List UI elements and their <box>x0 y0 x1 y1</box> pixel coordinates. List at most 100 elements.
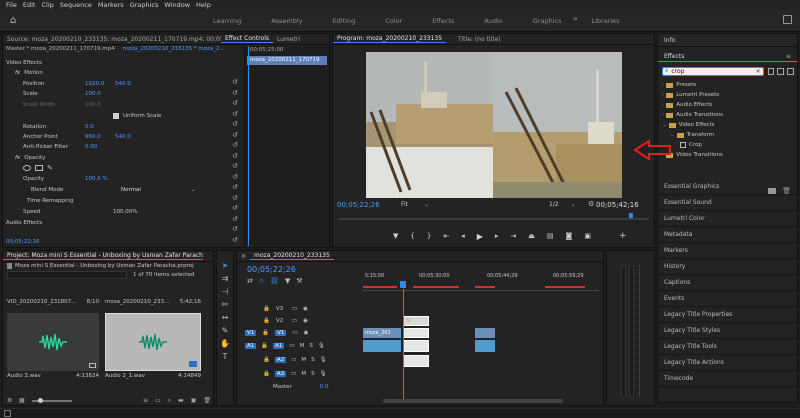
solo-button[interactable]: S <box>311 357 315 363</box>
mute-button[interactable]: M <box>300 343 305 349</box>
antiflicker-value[interactable]: 0.00 <box>85 144 97 150</box>
panel-essential-graphics[interactable]: Essential Graphics <box>658 179 797 195</box>
panel-legacy-title-styles[interactable]: Legacy Title Styles <box>658 323 797 339</box>
linked-selection-icon[interactable]: ⛓ <box>270 277 279 285</box>
tab-lumetri[interactable]: Lumetri <box>273 36 304 43</box>
list-view-icon[interactable]: ≣ <box>7 397 12 404</box>
sync-icon[interactable]: ▭ <box>291 371 296 377</box>
workspace-editing[interactable]: Editing <box>333 17 356 25</box>
video-clip[interactable] <box>475 328 495 338</box>
reset-icon[interactable]: ↺ <box>232 130 242 141</box>
icon-view-icon[interactable]: ▦ <box>19 397 25 404</box>
video-clip[interactable]: moza_202 <box>363 328 401 338</box>
extract-icon[interactable]: ▤ <box>547 232 554 240</box>
workspace-libraries[interactable]: Libraries <box>591 17 619 25</box>
panel-essential-sound[interactable]: Essential Sound <box>658 195 797 211</box>
info-panel-header[interactable]: Info <box>658 34 797 47</box>
sync-icon[interactable]: ▭ <box>292 330 297 336</box>
go-to-in-icon[interactable]: ⇤ <box>443 232 449 240</box>
tree-item-transform[interactable]: ⌄ Transform <box>660 130 794 140</box>
anchor-y-value[interactable]: 540.0 <box>115 134 131 140</box>
sort-icon[interactable]: ≡ <box>143 397 148 404</box>
tab-title[interactable]: Title: (no title) <box>454 36 505 43</box>
tab-program[interactable]: Program: moza_20200210_233135 <box>333 35 447 43</box>
panel-markers[interactable]: Markers <box>658 243 797 259</box>
panel-timecode[interactable]: Timecode <box>658 371 797 387</box>
timeline-timecode[interactable]: 00;05;22;26 <box>247 265 296 274</box>
opacity-value[interactable]: 100.0 % <box>85 176 108 182</box>
reset-icon[interactable]: ↺ <box>232 203 242 214</box>
menu-file[interactable]: File <box>6 1 17 9</box>
accelerated-effects-icon[interactable] <box>767 67 775 75</box>
timeline-scrollbar[interactable] <box>363 399 599 403</box>
solo-button[interactable]: S <box>311 371 315 377</box>
reset-icon[interactable]: ↺ <box>232 109 242 120</box>
snap-icon[interactable]: ∩ <box>259 277 264 285</box>
timeline-ruler[interactable]: 5;15;00 00;05;30;00 00;05;44;29 00;05;59… <box>363 273 599 291</box>
blend-select[interactable]: Normal <box>121 187 191 193</box>
tab-sequence[interactable]: moza_20200210_233135 <box>250 252 334 260</box>
close-icon[interactable]: ✕ <box>237 253 250 260</box>
panel-menu-icon[interactable]: ≡ <box>786 53 791 60</box>
reset-icon[interactable]: ↺ <box>232 119 242 130</box>
reset-icon[interactable]: ↺ <box>232 151 242 162</box>
track-select-tool-icon[interactable]: ⇉ <box>222 274 229 283</box>
track-label[interactable]: A3 <box>274 371 287 377</box>
audio-thumb-2[interactable] <box>105 313 201 371</box>
tab-project[interactable]: Project: Moza mini S Essential - Unboxin… <box>3 252 203 260</box>
timeline-playhead[interactable] <box>403 289 404 399</box>
reset-icon[interactable]: ↺ <box>232 77 242 88</box>
wrench-icon[interactable]: ⚙ <box>588 200 594 208</box>
program-scrubber[interactable] <box>339 213 649 220</box>
panel-events[interactable]: Events <box>658 291 797 307</box>
reset-icon[interactable]: ↺ <box>232 214 242 225</box>
menu-graphics[interactable]: Graphics <box>130 1 159 9</box>
panel-legacy-title-tools[interactable]: Legacy Title Tools <box>658 339 797 355</box>
reset-icon[interactable]: ↺ <box>232 88 242 99</box>
add-marker-icon[interactable]: ▼ <box>285 277 290 285</box>
type-tool-icon[interactable]: T <box>223 352 228 361</box>
mute-button[interactable]: M <box>301 371 306 377</box>
master-volume[interactable]: 0.0 <box>320 384 329 390</box>
chevron-down-icon[interactable]: ⌄ <box>191 187 196 193</box>
reset-icon[interactable]: ↺ <box>232 224 242 235</box>
mic-icon[interactable]: 🎙 <box>320 357 327 363</box>
tree-item-audio-transitions[interactable]: › Audio Transitions <box>660 110 794 120</box>
tree-item-video-effects[interactable]: ⌄ Video Effects <box>660 120 794 130</box>
eye-icon[interactable]: ◉ <box>304 330 309 336</box>
master-clip-label[interactable]: Master * moza_20200211_170719.mp4 <box>6 46 115 56</box>
panel-legacy-title-actions[interactable]: Legacy Title Actions <box>658 355 797 371</box>
sync-icon[interactable]: ▭ <box>289 343 294 349</box>
motion-row[interactable]: fx Motion <box>15 67 43 78</box>
position-x-value[interactable]: 1920.0 <box>85 81 115 87</box>
clear-search-icon[interactable]: ✕ <box>756 68 761 75</box>
panel-metadata[interactable]: Metadata <box>658 227 797 243</box>
32bit-effects-icon[interactable] <box>777 67 785 75</box>
tab-effect-controls[interactable]: Effect Controls <box>221 35 273 43</box>
reset-icon[interactable]: ↺ <box>232 140 242 151</box>
effects-search-input[interactable]: ⌕ crop ✕ <box>662 66 764 76</box>
anchor-x-value[interactable]: 960.0 <box>85 134 115 140</box>
lift-icon[interactable]: ⏏ <box>528 232 535 240</box>
resolution-select[interactable]: 1/2 ⌄ <box>549 201 576 208</box>
video-clip[interactable] <box>403 328 429 338</box>
menu-edit[interactable]: Edit <box>23 1 36 9</box>
reset-icon[interactable]: ↺ <box>232 182 242 193</box>
reset-icon[interactable]: ↺ <box>232 235 242 246</box>
eye-icon[interactable]: ◉ <box>303 318 308 324</box>
trash-icon[interactable]: 🗑 <box>203 397 211 404</box>
pen-tool-icon[interactable]: ✎ <box>222 326 229 335</box>
add-marker-icon[interactable]: ▼ <box>393 232 398 240</box>
zoom-slider[interactable] <box>31 397 72 403</box>
project-search-input[interactable] <box>7 271 127 279</box>
menu-sequence[interactable]: Sequence <box>60 1 92 9</box>
sync-icon[interactable]: ▭ <box>292 318 297 324</box>
scale-value[interactable]: 100.0 <box>85 91 101 97</box>
uniform-scale-checkbox[interactable] <box>113 112 119 119</box>
workspace-learning[interactable]: Learning <box>213 17 241 25</box>
position-y-value[interactable]: 540.0 <box>115 81 131 87</box>
workspace-color[interactable]: Color <box>385 17 402 25</box>
mark-in-icon[interactable]: { <box>410 232 414 240</box>
button-editor-icon[interactable]: + <box>619 231 627 241</box>
workspace-graphics[interactable]: Graphics <box>533 17 562 25</box>
